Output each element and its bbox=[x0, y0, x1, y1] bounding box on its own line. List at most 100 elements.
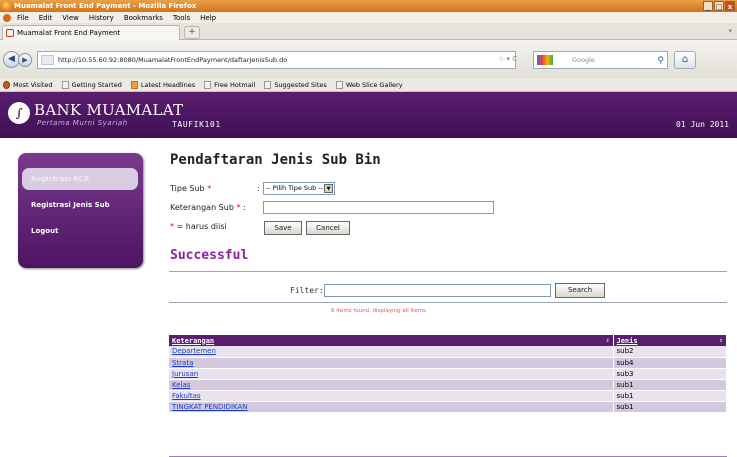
bookmark-label: Getting Started bbox=[71, 80, 122, 89]
tipe-sub-colon: : bbox=[257, 184, 260, 193]
bookmark-web-slice-gallery[interactable]: Web Slice Gallery bbox=[335, 80, 403, 89]
window-controls: _ □ x bbox=[703, 1, 735, 11]
close-button[interactable]: x bbox=[725, 1, 735, 11]
site-identity-icon[interactable] bbox=[41, 55, 54, 65]
search-engine-icon[interactable] bbox=[537, 55, 553, 65]
page-icon bbox=[204, 80, 212, 89]
sort-icon[interactable]: ⇕ bbox=[719, 337, 723, 344]
table-row: Strata sub4 bbox=[169, 357, 727, 369]
bookmark-label: Suggested Sites bbox=[274, 80, 327, 89]
filter-input[interactable] bbox=[324, 284, 551, 297]
tipe-sub-selected-value: -- Pilih Tipe Sub -- bbox=[266, 184, 324, 192]
tab-favicon-icon bbox=[6, 29, 14, 37]
filter-label: Filter: bbox=[290, 286, 324, 295]
navigation-toolbar: ◀ ▶ http://10.55.60.92:8080/MuamalatFron… bbox=[0, 40, 737, 78]
sidebar-item-registrasi-jenis-sub[interactable]: Registrasi Jenis Sub bbox=[22, 194, 138, 216]
minimize-button[interactable]: _ bbox=[703, 1, 713, 11]
url-text: http://10.55.60.92:8080/MuamalatFrontEnd… bbox=[58, 56, 288, 64]
page-title: Pendaftaran Jenis Sub Bin bbox=[170, 152, 381, 168]
search-button[interactable]: Search bbox=[555, 283, 605, 298]
column-header-label: Keterangan bbox=[172, 336, 215, 345]
menu-bookmarks[interactable]: Bookmarks bbox=[124, 14, 163, 22]
keterangan-link[interactable]: Strata bbox=[172, 359, 193, 367]
save-button[interactable]: Save bbox=[264, 221, 302, 235]
menu-edit[interactable]: Edit bbox=[39, 14, 53, 22]
keterangan-link[interactable]: Jurusan bbox=[172, 370, 198, 378]
status-message: Successful bbox=[170, 248, 249, 263]
logged-in-user: TAUFIK101 bbox=[172, 120, 221, 129]
menu-view[interactable]: View bbox=[62, 14, 79, 22]
main-content: Registrasi BCB Registrasi Jenis Sub Logo… bbox=[0, 138, 737, 457]
table-header-row: Keterangan ⇕ Jenis ⇕ bbox=[169, 335, 727, 346]
page-icon bbox=[61, 80, 69, 89]
window-titlebar: Muamalat Front End Payment - Mozilla Fir… bbox=[0, 0, 737, 12]
menu-help[interactable]: Help bbox=[200, 14, 216, 22]
bank-logo-icon: ∫ bbox=[8, 102, 30, 124]
column-header-keterangan[interactable]: Keterangan ⇕ bbox=[169, 335, 614, 346]
bookmark-label: Web Slice Gallery bbox=[345, 80, 403, 89]
new-tab-button[interactable]: + bbox=[184, 26, 200, 39]
bookmark-suggested-sites[interactable]: Suggested Sites bbox=[264, 80, 327, 89]
jenis-cell: sub1 bbox=[613, 379, 727, 391]
current-date: 01 Jun 2011 bbox=[676, 120, 729, 129]
column-header-jenis[interactable]: Jenis ⇕ bbox=[613, 335, 727, 346]
jenis-cell: sub3 bbox=[613, 368, 727, 380]
jenis-cell: sub1 bbox=[613, 390, 727, 402]
table-row: Kelas sub1 bbox=[169, 379, 727, 391]
sidebar-menu: Registrasi BCB Registrasi Jenis Sub Logo… bbox=[18, 153, 143, 268]
tab-list-chevron-icon[interactable]: ▾ bbox=[728, 27, 732, 35]
page-icon bbox=[264, 80, 272, 89]
bookmark-star-reload-icon[interactable]: ☆ ▾ C bbox=[498, 55, 517, 63]
required-asterisk: * bbox=[170, 222, 174, 231]
keterangan-cell: TINGKAT PENDIDIKAN bbox=[169, 401, 614, 413]
menu-bar: File Edit View History Bookmarks Tools H… bbox=[0, 12, 737, 23]
required-note: * = harus diisi bbox=[170, 222, 227, 231]
maximize-button[interactable]: □ bbox=[714, 1, 724, 11]
keterangan-sub-label-text: Keterangan Sub bbox=[170, 203, 234, 212]
browser-tab[interactable]: Muamalat Front End Payment bbox=[2, 25, 180, 40]
bookmark-label: Free Hotmail bbox=[214, 80, 256, 89]
keterangan-link[interactable]: TINGKAT PENDIDIKAN bbox=[172, 403, 248, 411]
menu-firefox-icon bbox=[3, 13, 11, 22]
keterangan-cell: Kelas bbox=[169, 379, 614, 391]
keterangan-link[interactable]: Departemen bbox=[172, 347, 216, 355]
bookmark-label: Latest Headlines bbox=[140, 80, 196, 89]
keterangan-sub-input[interactable] bbox=[263, 201, 494, 214]
url-bar[interactable]: http://10.55.60.92:8080/MuamalatFrontEnd… bbox=[37, 51, 516, 69]
keterangan-sub-label: Keterangan Sub * : bbox=[170, 203, 246, 212]
bookmark-latest-headlines[interactable]: Latest Headlines bbox=[130, 80, 196, 89]
table-row: Jurusan sub3 bbox=[169, 368, 727, 380]
sidebar-item-logout[interactable]: Logout bbox=[22, 220, 138, 242]
sort-icon[interactable]: ⇕ bbox=[606, 337, 610, 344]
page-icon bbox=[335, 80, 343, 89]
menu-file[interactable]: File bbox=[17, 14, 29, 22]
table-row: Fakultas sub1 bbox=[169, 390, 727, 402]
cancel-button[interactable]: Cancel bbox=[306, 221, 350, 235]
site-header: ∫ BANK MUAMALAT Pertama Murni Syariah TA… bbox=[0, 92, 737, 138]
menu-tools[interactable]: Tools bbox=[173, 14, 190, 22]
jenis-cell: sub2 bbox=[613, 346, 727, 358]
most-visited-icon bbox=[3, 80, 10, 89]
jenis-cell: sub1 bbox=[613, 401, 727, 413]
search-icon[interactable]: ⚲ bbox=[657, 53, 664, 69]
menu-history[interactable]: History bbox=[89, 14, 114, 22]
bookmark-label: Most Visited bbox=[13, 80, 53, 89]
required-asterisk: * bbox=[236, 203, 241, 212]
home-button[interactable]: ⌂ bbox=[674, 51, 696, 69]
forward-button[interactable]: ▶ bbox=[18, 53, 32, 67]
chevron-down-icon[interactable]: ▼ bbox=[324, 184, 333, 193]
tipe-sub-select[interactable]: -- Pilih Tipe Sub -- ▼ bbox=[263, 182, 335, 195]
bookmarks-toolbar: Most Visited Getting Started Latest Head… bbox=[0, 78, 737, 92]
keterangan-link[interactable]: Fakultas bbox=[172, 392, 201, 400]
bookmark-getting-started[interactable]: Getting Started bbox=[61, 80, 122, 89]
bookmark-most-visited[interactable]: Most Visited bbox=[3, 80, 53, 89]
tab-strip: Muamalat Front End Payment + ▾ bbox=[0, 23, 737, 40]
search-box[interactable]: Google ⚲ bbox=[533, 51, 668, 69]
keterangan-cell: Jurusan bbox=[169, 368, 614, 380]
window-title: Muamalat Front End Payment - Mozilla Fir… bbox=[14, 2, 197, 10]
firefox-icon bbox=[2, 1, 12, 11]
keterangan-link[interactable]: Kelas bbox=[172, 381, 190, 389]
sidebar-item-registrasi-bcb[interactable]: Registrasi BCB bbox=[22, 168, 138, 190]
results-table: Keterangan ⇕ Jenis ⇕ Departemen sub2 Strata… bbox=[169, 335, 727, 413]
bookmark-free-hotmail[interactable]: Free Hotmail bbox=[204, 80, 256, 89]
